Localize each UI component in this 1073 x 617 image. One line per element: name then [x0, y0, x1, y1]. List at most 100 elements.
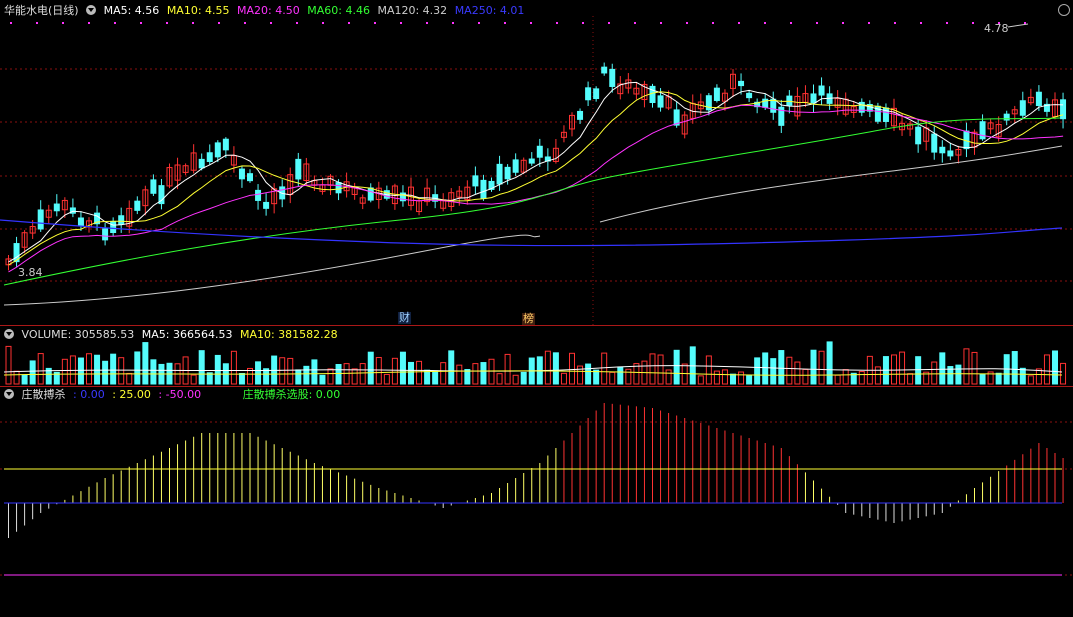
- signal-dot: [842, 22, 844, 24]
- signal-dot: [62, 22, 64, 24]
- candle-body: [295, 158, 302, 180]
- volume-bar: [335, 364, 342, 385]
- finance-event-tag[interactable]: 财: [398, 312, 411, 324]
- volume-bar: [134, 351, 141, 385]
- candle-body: [255, 189, 262, 201]
- volume-bar: [456, 364, 463, 385]
- signal-dot: [244, 22, 246, 24]
- volume-bar: [399, 351, 406, 385]
- signal-dot: [738, 22, 740, 24]
- volume-bar: [142, 342, 149, 385]
- volume-bar: [738, 371, 745, 385]
- signal-dot: [634, 22, 636, 24]
- volume-bar: [673, 349, 680, 385]
- candle-body: [601, 66, 608, 74]
- signal-dot: [582, 22, 584, 24]
- signal-dot: [608, 22, 610, 24]
- volume-bar: [705, 355, 712, 385]
- volume-bar: [754, 357, 761, 385]
- kline-chart[interactable]: [0, 0, 1073, 617]
- stock-title: 华能水电(日线): [4, 4, 79, 17]
- settings-dropdown-icon[interactable]: [86, 5, 97, 15]
- volume-bar: [198, 350, 205, 385]
- volume-bar: [874, 366, 881, 385]
- candle-body: [206, 152, 213, 162]
- close-panel-icon[interactable]: [1058, 4, 1070, 16]
- signal-dot: [452, 22, 454, 24]
- volume-dropdown-icon[interactable]: [4, 329, 14, 339]
- volume-bar: [786, 356, 793, 385]
- volume-bar: [939, 352, 946, 385]
- indicator-name: 庄散搏杀: [21, 388, 66, 401]
- volume-bar: [770, 358, 777, 385]
- ranking-event-tag[interactable]: 榜: [522, 313, 535, 325]
- candle-body: [367, 187, 374, 201]
- signal-dot: [322, 22, 324, 24]
- volume-bar: [416, 360, 423, 385]
- candle-body: [134, 200, 141, 211]
- volume-bar: [721, 369, 728, 385]
- candle-body: [657, 95, 664, 108]
- volume-bar: [1060, 362, 1067, 385]
- volume-bar: [1052, 350, 1058, 385]
- volume-bar: [899, 351, 906, 385]
- volume-bar: [319, 374, 326, 385]
- volume-bar: [238, 373, 245, 385]
- candle-body: [110, 220, 117, 234]
- volume-bar: [94, 354, 101, 385]
- volume-bar: [762, 352, 769, 385]
- volume-bar: [778, 350, 785, 385]
- candle-body: [577, 110, 584, 120]
- panel-divider-2: [0, 386, 1073, 387]
- volume-bar: [585, 363, 592, 385]
- volume-bar: [657, 354, 664, 385]
- signal-dot: [972, 22, 974, 24]
- ma10-label: MA10: 4.55: [166, 4, 230, 17]
- candle-body: [536, 145, 543, 158]
- volume-bar: [810, 349, 817, 385]
- signal-dot: [218, 22, 220, 24]
- candle-body: [931, 133, 938, 153]
- signal-dot: [270, 22, 272, 24]
- signal-dot: [88, 22, 90, 24]
- signal-dot: [1024, 22, 1026, 24]
- indicator-header: 庄散搏杀 : 0.00 : 25.00 : -50.00 庄散搏杀选股: 0.0…: [4, 388, 344, 402]
- ma20-line: [8, 104, 1064, 273]
- volume-bar: [432, 370, 439, 385]
- signal-dot: [478, 22, 480, 24]
- volume-bar: [279, 357, 286, 385]
- ma250-label: MA250: 4.01: [454, 4, 525, 17]
- volume-ma10: MA10: 381582.28: [239, 328, 338, 341]
- volume-bar: [802, 368, 809, 385]
- candle-body: [53, 203, 60, 212]
- volume-bar: [21, 374, 28, 385]
- volume-bar: [746, 375, 753, 385]
- volume-bar: [263, 368, 270, 385]
- candle-body: [738, 80, 745, 87]
- signal-dot: [556, 22, 558, 24]
- low-price-label: 3.84: [18, 266, 43, 279]
- volume-bar: [971, 351, 978, 385]
- signal-dot: [894, 22, 896, 24]
- volume-bar: [448, 350, 455, 385]
- indicator-dropdown-icon[interactable]: [4, 389, 14, 399]
- signal-dot: [400, 22, 402, 24]
- signal-dot: [36, 22, 38, 24]
- volume-bar: [955, 364, 962, 385]
- volume-ma5: MA5: 366564.53: [141, 328, 233, 341]
- candle-body: [102, 228, 109, 241]
- volume-bar: [77, 357, 84, 385]
- volume-bar: [834, 374, 841, 385]
- candle-body: [496, 163, 503, 185]
- signal-dot: [374, 22, 376, 24]
- ma120-line: [3, 145, 1063, 306]
- volume-bar: [569, 352, 575, 385]
- high-marker-arrow: [1007, 23, 1029, 28]
- volume-header: VOLUME: 305585.53 MA5: 366564.53 MA10: 3…: [4, 328, 342, 342]
- volume-bar: [907, 373, 914, 385]
- ma250-line: [0, 219, 1063, 247]
- volume-bar: [649, 353, 656, 385]
- signal-dot: [166, 22, 168, 24]
- indicator-select-value: 庄散搏杀选股: 0.00: [242, 388, 341, 401]
- ma5-label: MA5: 4.56: [103, 4, 160, 17]
